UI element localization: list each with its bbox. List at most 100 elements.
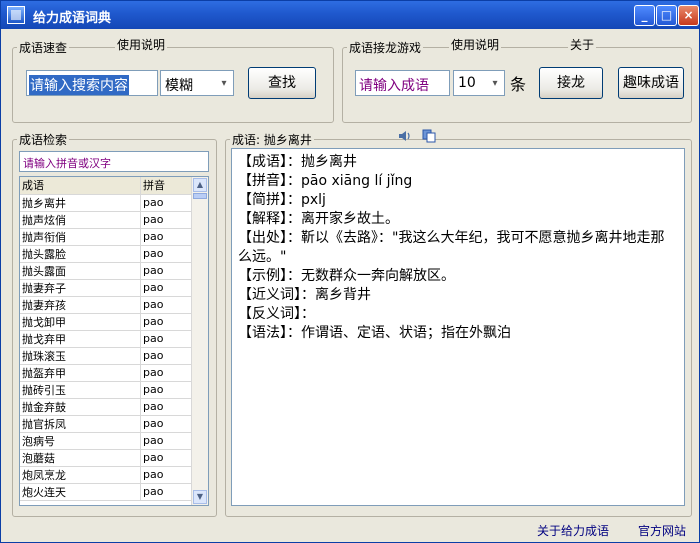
chevron-down-icon: ▾ [216, 72, 232, 94]
search-input[interactable]: 请输入搜索内容 [26, 70, 158, 96]
search-button[interactable]: 查找 [248, 67, 316, 99]
list-scrollbar[interactable]: ▲ ▼ [191, 177, 208, 505]
browse-group-title: 成语检索 [19, 133, 68, 147]
table-row[interactable]: 抛官拆凤 pao [20, 415, 192, 433]
table-row[interactable]: 泡病号 pao [20, 432, 192, 450]
idiom-list[interactable]: 成语 拼音 抛乡离井 pao 抛声炫俏 pao 抛声衔俏 pao 抛头露脸 pao 抛头… [19, 176, 209, 506]
table-header: 成语 拼音 [20, 177, 192, 195]
game-input-text: 请输入成语 [359, 78, 429, 94]
cell-pinyin: pao [140, 228, 192, 246]
table-row[interactable]: 抛乡离井 pao [20, 194, 192, 212]
fun-idiom-button[interactable]: 趣味成语 [618, 67, 684, 99]
maximize-button[interactable]: □ [656, 5, 677, 26]
column-header-pinyin[interactable]: 拼音 [140, 177, 192, 195]
table-row[interactable]: 抛妻弃子 pao [20, 279, 192, 297]
detail-group-title: 成语: 抛乡离井 [232, 133, 312, 147]
cell-idiom: 抛头露面 [20, 262, 141, 280]
detail-line-synonym: 【近义词】：离乡背井 [238, 287, 371, 303]
game-input[interactable]: 请输入成语 [355, 70, 450, 96]
table-row[interactable]: 抛珠滚玉 pao [20, 347, 192, 365]
table-row[interactable]: 炮凤烹龙 pao [20, 466, 192, 484]
cell-idiom: 抛戈卸甲 [20, 313, 141, 331]
detail-line-abbr: 【简拼】：pxlj [238, 192, 326, 208]
table-row[interactable]: 泡蘑菇 pao [20, 449, 192, 467]
cell-idiom: 抛头露脸 [20, 245, 141, 263]
column-header-idiom[interactable]: 成语 [20, 177, 141, 195]
chain-button[interactable]: 接龙 [539, 67, 603, 99]
detail-line-meaning: 【解释】：离开家乡故土。 [238, 211, 399, 227]
cell-idiom: 抛声衔俏 [20, 228, 141, 246]
cell-pinyin: pao [140, 245, 192, 263]
table-row[interactable]: 抛盔弃甲 pao [20, 364, 192, 382]
cell-pinyin: pao [140, 432, 192, 450]
minimize-button[interactable]: _ [634, 5, 655, 26]
speaker-icon[interactable] [397, 129, 413, 143]
table-row[interactable]: 抛妻弃孩 pao [20, 296, 192, 314]
close-button[interactable]: × [678, 5, 699, 26]
scroll-down-icon[interactable]: ▼ [193, 490, 207, 504]
table-row[interactable]: 抛声衔俏 pao [20, 228, 192, 246]
table-row[interactable]: 抛头露面 pao [20, 262, 192, 280]
scroll-up-icon[interactable]: ▲ [193, 178, 207, 192]
cell-pinyin: pao [140, 398, 192, 416]
cell-idiom: 抛官拆凤 [20, 415, 141, 433]
window-title: 给力成语词典 [33, 11, 112, 26]
detail-line-pinyin: 【拼音】：pāo xiāng lí jǐng [238, 173, 413, 189]
table-row[interactable]: 抛戈卸甲 pao [20, 313, 192, 331]
browse-filter-input[interactable]: 请输入拼音或汉字 [19, 151, 209, 172]
table-row[interactable]: 抛戈弃甲 pao [20, 330, 192, 348]
cell-idiom: 炮凤烹龙 [20, 466, 141, 484]
table-row[interactable]: 抛声炫俏 pao [20, 211, 192, 229]
cell-pinyin: pao [140, 449, 192, 467]
cell-pinyin: pao [140, 313, 192, 331]
game-count-value: 10 [458, 75, 476, 91]
cell-idiom: 抛戈弃甲 [20, 330, 141, 348]
search-input-text: 请输入搜索内容 [29, 75, 129, 95]
detail-line-antonym: 【反义词】： [238, 306, 315, 322]
title-bar[interactable]: 给力成语词典 _ □ × [1, 1, 699, 29]
detail-line-grammar: 【语法】：作谓语、定语、状语；指在外飘泊 [238, 325, 511, 341]
about-link[interactable]: 关于给力成语 [537, 522, 609, 539]
cell-idiom: 抛砖引玉 [20, 381, 141, 399]
search-mode-value: 模糊 [165, 78, 193, 94]
cell-pinyin: pao [140, 211, 192, 229]
cell-pinyin: pao [140, 364, 192, 382]
cell-idiom: 抛金弃鼓 [20, 398, 141, 416]
cell-pinyin: pao [140, 194, 192, 212]
search-mode-select[interactable]: 模糊 ▾ [160, 70, 234, 96]
cell-pinyin: pao [140, 466, 192, 484]
cell-pinyin: pao [140, 262, 192, 280]
game-about-link[interactable]: 关于 [568, 36, 597, 53]
cell-pinyin: pao [140, 347, 192, 365]
detail-text-area[interactable]: 【成语】：抛乡离井 【拼音】：pāo xiāng lí jǐng 【简拼】：px… [231, 148, 685, 506]
official-site-link[interactable]: 官方网站 [638, 522, 686, 539]
table-row[interactable]: 抛砖引玉 pao [20, 381, 192, 399]
table-row[interactable]: 炮火连天 pao [20, 483, 192, 501]
cell-idiom: 泡病号 [20, 432, 141, 450]
cell-idiom: 抛珠滚玉 [20, 347, 141, 365]
cell-pinyin: pao [140, 330, 192, 348]
cell-idiom: 抛声炫俏 [20, 211, 141, 229]
cell-pinyin: pao [140, 381, 192, 399]
cell-idiom: 抛乡离井 [20, 194, 141, 212]
cell-idiom: 抛妻弃孩 [20, 296, 141, 314]
table-row[interactable]: 抛金弃鼓 pao [20, 398, 192, 416]
idiom-table: 成语 拼音 抛乡离井 pao 抛声炫俏 pao 抛声衔俏 pao 抛头露脸 pao 抛头… [20, 177, 192, 501]
cell-idiom: 炮火连天 [20, 483, 141, 501]
game-help-link[interactable]: 使用说明 [449, 36, 502, 53]
copy-icon[interactable] [422, 129, 436, 143]
game-count-unit: 条 [510, 75, 527, 94]
cell-pinyin: pao [140, 415, 192, 433]
game-count-select[interactable]: 10 ▾ [453, 70, 505, 96]
game-group-title: 成语接龙游戏 [349, 41, 422, 55]
detail-line-example: 【示例】：无数群众一奔向解放区。 [238, 268, 455, 284]
cell-pinyin: pao [140, 296, 192, 314]
cell-idiom: 泡蘑菇 [20, 449, 141, 467]
table-row[interactable]: 抛头露脸 pao [20, 245, 192, 263]
chevron-down-icon: ▾ [487, 72, 503, 94]
cell-pinyin: pao [140, 279, 192, 297]
search-help-link[interactable]: 使用说明 [115, 36, 168, 53]
detail-line-source: 【出处】：靳以《去路》："我这么大年纪，我可不愿意抛乡离井地走那么远。" [238, 230, 665, 265]
cell-pinyin: pao [140, 483, 192, 501]
scroll-thumb[interactable] [193, 193, 207, 199]
